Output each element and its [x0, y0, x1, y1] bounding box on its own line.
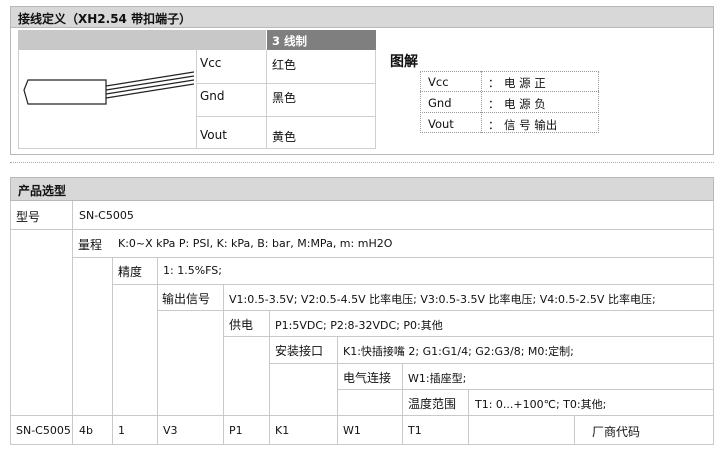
legend-key-vout: Vout [428, 117, 454, 131]
wire-count-label: 3 线制 [272, 34, 308, 48]
wire-line [105, 71, 194, 87]
model-label: 型号 [16, 210, 41, 224]
temperature-value: T1: 0...+100℃; T0:其他; [475, 398, 607, 411]
grid-line [713, 201, 714, 444]
example-output: V3 [163, 424, 178, 437]
grid-line [337, 336, 338, 444]
mount-value: K1:快插接嘴 2; G1:G1/4; G2:G3/8; M0:定制; [343, 345, 574, 358]
legend-value-gnd: 电 源 负 [504, 97, 546, 111]
grid-line [10, 444, 714, 445]
example-range: 4b [79, 424, 93, 437]
grid-line [10, 229, 714, 230]
grid-line [402, 363, 403, 444]
electrical-label: 电气连接 [343, 371, 392, 385]
grid-line [10, 415, 714, 416]
cable-connector-illustration [23, 71, 194, 105]
connector-housing [23, 79, 107, 105]
range-value: K:0~X kPa P: PSI, K: kPa, B: bar, M:MPa,… [118, 237, 393, 250]
wire-signal-vout: Vout [200, 128, 227, 142]
temperature-label: 温度范围 [408, 397, 457, 411]
output-value: V1:0.5-3.5V; V2:0.5-4.5V 比率电压; V3:0.5-3.… [229, 293, 656, 306]
wire-color-gnd: 黑色 [272, 91, 297, 105]
legend-value-vout: 信 号 输出 [504, 118, 558, 132]
grid-line [72, 257, 714, 258]
example-power: P1 [229, 424, 243, 437]
grid-line [269, 363, 714, 364]
accuracy-label: 精度 [118, 265, 143, 279]
wire-signal-gnd: Gnd [200, 89, 225, 103]
legend-value-vcc: 电 源 正 [504, 76, 546, 90]
wire-color-vcc: 红色 [272, 58, 297, 72]
grid-line [223, 284, 224, 444]
grid-line [10, 201, 11, 444]
wire-signal-vcc: Vcc [200, 56, 222, 70]
example-vendor-code: 厂商代码 [592, 425, 641, 439]
example-mount: K1 [275, 424, 290, 437]
legend-sep: ： [488, 97, 500, 111]
selection-header [10, 177, 714, 201]
electrical-value: W1:插座型; [408, 372, 467, 385]
legend-title: 图解 [390, 54, 418, 70]
grid-line [337, 389, 714, 390]
grid-line [72, 201, 73, 444]
legend-row-divider [420, 91, 599, 92]
wire-line [105, 75, 194, 91]
wiring-divider [196, 116, 376, 117]
power-label: 供电 [229, 318, 254, 332]
example-temperature: T1 [408, 424, 422, 437]
grid-line [223, 336, 714, 337]
example-accuracy: 1 [118, 424, 125, 437]
legend-col-divider [481, 71, 482, 133]
mount-label: 安装接口 [275, 344, 324, 358]
example-model: SN-C5005 [16, 424, 71, 437]
legend-key-gnd: Gnd [428, 96, 452, 110]
selection-title: 产品选型 [18, 184, 67, 198]
legend-key-vcc: Vcc [428, 75, 449, 89]
grid-line [157, 310, 714, 311]
example-electrical: W1 [343, 424, 361, 437]
wiring-section-title: 接线定义（XH2.54 带扣端子） [18, 12, 192, 26]
section-divider [10, 162, 714, 163]
model-value: SN-C5005 [79, 209, 134, 222]
wire-line [105, 79, 194, 95]
output-label: 输出信号 [162, 292, 211, 306]
wiring-divider [196, 83, 376, 84]
wiring-divider [266, 50, 267, 149]
legend-sep: ： [488, 118, 500, 132]
legend-row-divider [420, 112, 599, 113]
wiring-divider [196, 50, 197, 149]
grid-line [468, 389, 469, 444]
range-label: 量程 [78, 238, 103, 252]
legend-sep: ： [488, 76, 500, 90]
power-value: P1:5VDC; P2:8-32VDC; P0:其他 [275, 319, 443, 332]
grid-line [574, 415, 575, 444]
wire-line [105, 83, 194, 99]
wire-color-vout: 黄色 [272, 130, 297, 144]
grid-line [269, 310, 270, 444]
grid-line [112, 284, 714, 285]
accuracy-value: 1: 1.5%FS; [163, 264, 222, 277]
